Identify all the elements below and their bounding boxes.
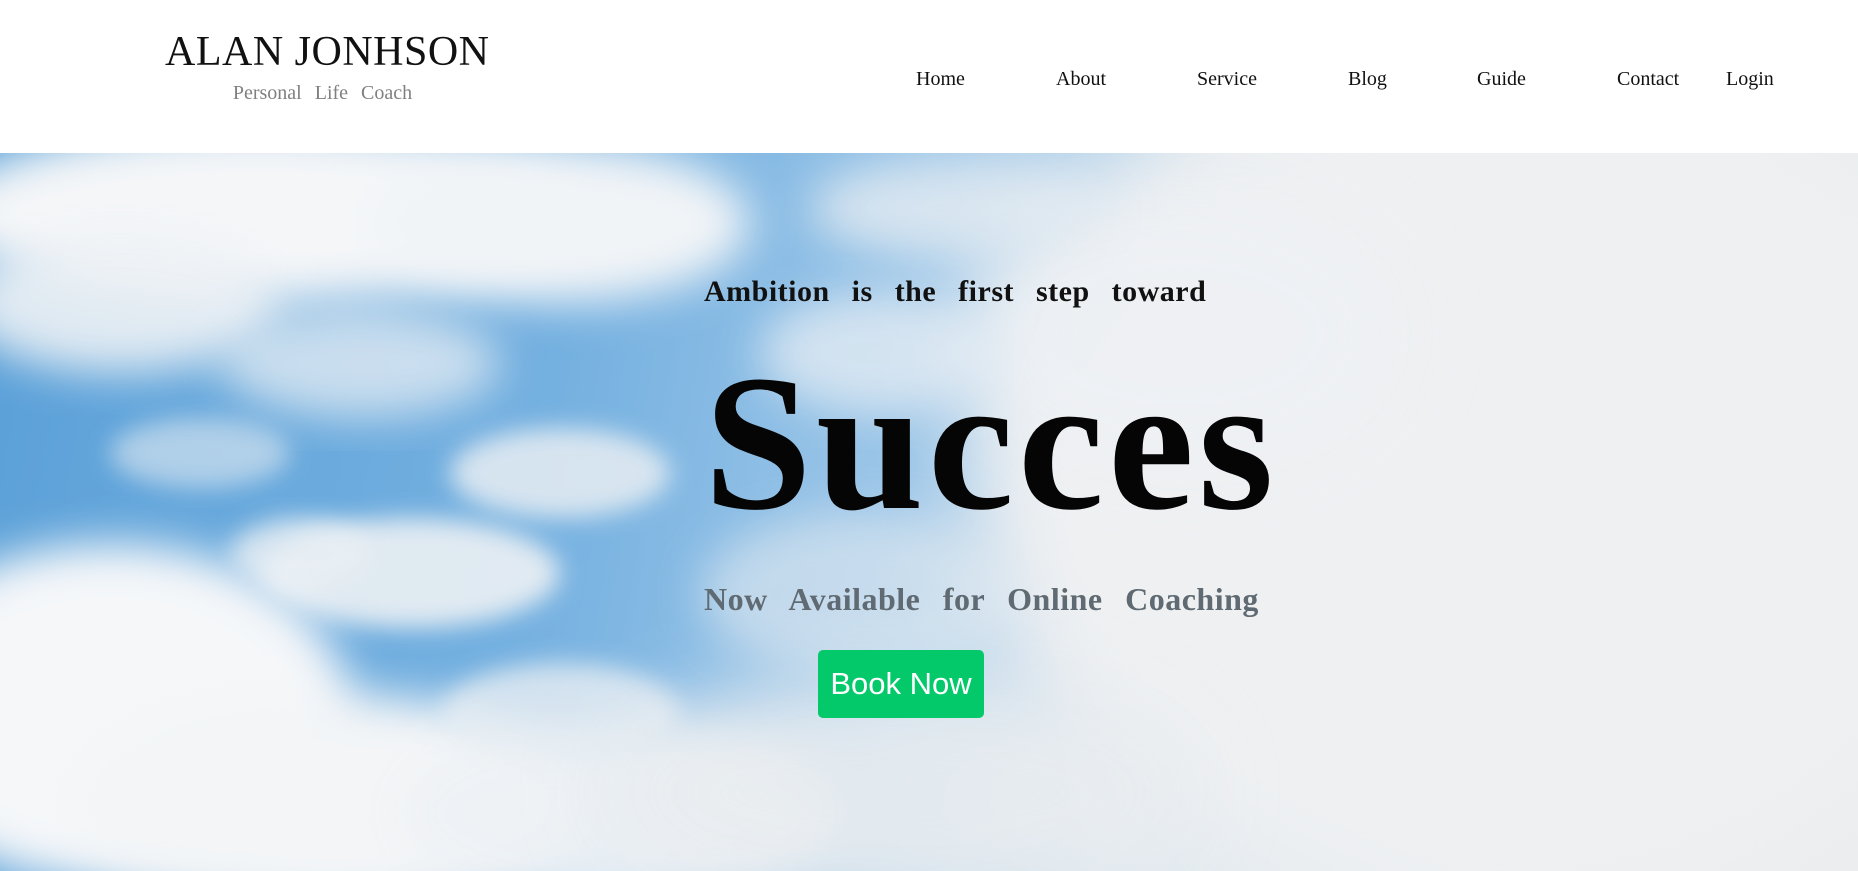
main-nav: Home About Service Blog Guide Contact Lo… <box>0 68 1858 98</box>
nav-item-about[interactable]: About <box>1056 68 1106 91</box>
site-header: ALAN JONHSON Personal Life Coach Home Ab… <box>0 0 1858 153</box>
hero-headline: Succes <box>704 335 1278 550</box>
nav-item-service[interactable]: Service <box>1197 68 1257 91</box>
hero-content: Ambition is the first step toward Succes… <box>0 153 1858 871</box>
nav-item-guide[interactable]: Guide <box>1477 68 1526 91</box>
hero-section: Ambition is the first step toward Succes… <box>0 153 1858 871</box>
hero-kicker: Ambition is the first step toward <box>704 275 1207 308</box>
book-now-button[interactable]: Book Now <box>818 650 984 718</box>
hero-subheadline: Now Available for Online Coaching <box>704 581 1259 617</box>
nav-item-home[interactable]: Home <box>916 68 965 91</box>
nav-item-contact[interactable]: Contact <box>1617 68 1679 91</box>
nav-item-login[interactable]: Login <box>1726 68 1774 91</box>
nav-item-blog[interactable]: Blog <box>1348 68 1387 91</box>
